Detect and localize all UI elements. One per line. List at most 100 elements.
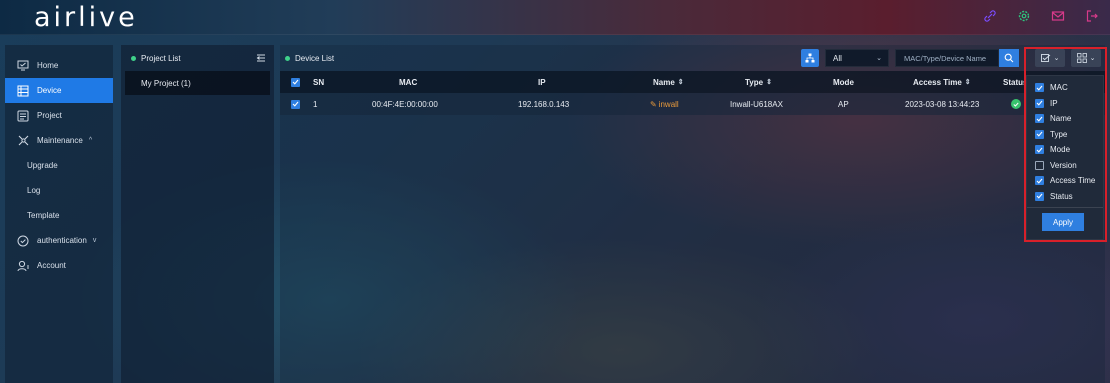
search-input[interactable]	[895, 49, 999, 67]
device-list-icon	[16, 84, 30, 98]
checkbox-checked-icon	[1035, 83, 1044, 93]
sidebar-item-log[interactable]: Log	[5, 178, 113, 203]
view-mode-button[interactable]: ⌄	[1071, 49, 1101, 67]
device-name-link[interactable]: inwall	[659, 100, 679, 109]
sidebar-item-upgrade[interactable]: Upgrade	[5, 153, 113, 178]
sidebar: Home Device Project Maintenance ^ Upgrad…	[5, 45, 113, 383]
column-header-label: Type	[745, 77, 764, 87]
monitor-icon	[16, 59, 30, 73]
top-bar: airlive	[0, 0, 1110, 35]
apply-button[interactable]: Apply	[1042, 213, 1084, 231]
sidebar-item-label: Home	[37, 61, 59, 70]
column-header-name[interactable]: Name ⇕	[653, 71, 684, 93]
sidebar-item-home[interactable]: Home	[5, 53, 113, 78]
sidebar-item-project[interactable]: Project	[5, 103, 113, 128]
sidebar-item-label: Template	[27, 211, 60, 220]
link-icon[interactable]	[982, 8, 998, 24]
group-filter-value: All	[833, 53, 842, 63]
sidebar-item-template[interactable]: Template	[5, 203, 113, 228]
project-item[interactable]: My Project (1)	[125, 71, 270, 95]
column-header-access-time[interactable]: Access Time ⇕	[913, 71, 971, 93]
column-header-label: Access Time	[913, 77, 962, 87]
status-dot-icon	[285, 55, 290, 61]
project-list-panel: Project List My Project (1)	[121, 45, 274, 383]
chevron-down-icon: ⌄	[876, 55, 882, 62]
cell-access-time: 2023-03-08 13:44:23	[905, 99, 980, 109]
edit-name-icon: ✎	[650, 99, 657, 109]
device-list-panel: Device List All ⌄ ⌄ ⌄	[280, 45, 1105, 383]
column-option-label: Version	[1050, 160, 1077, 170]
account-icon	[16, 259, 30, 273]
project-list-header: Project List	[121, 45, 274, 71]
sidebar-item-label: Account	[37, 261, 66, 270]
cell-type: Inwall-U618AX	[730, 99, 783, 109]
project-list-title: Project List	[141, 53, 181, 63]
row-checkbox[interactable]	[291, 93, 300, 115]
sidebar-item-label: Maintenance	[37, 136, 83, 145]
column-option-name[interactable]: Name	[1027, 111, 1103, 127]
column-option-label: Type	[1050, 129, 1068, 139]
column-option-label: MAC	[1050, 83, 1068, 93]
column-option-label: Status	[1050, 191, 1073, 201]
column-option-status[interactable]: Status	[1027, 189, 1103, 205]
column-option-label: Name	[1050, 114, 1072, 124]
checkbox-checked-icon	[1035, 98, 1044, 108]
column-header-type[interactable]: Type ⇕	[745, 71, 772, 93]
column-option-version[interactable]: Version	[1027, 158, 1103, 174]
maintenance-icon	[16, 134, 30, 148]
chevron-down-icon: v	[92, 237, 97, 244]
column-option-type[interactable]: Type	[1027, 127, 1103, 143]
checkbox-unchecked-icon	[1035, 160, 1044, 170]
column-option-ip[interactable]: IP	[1027, 96, 1103, 112]
column-option-label: Mode	[1050, 145, 1071, 155]
shield-check-icon	[16, 234, 30, 248]
topology-button[interactable]	[801, 49, 819, 67]
checkbox-checked-icon	[291, 99, 300, 109]
sidebar-item-label: Device	[37, 86, 62, 95]
brand-logo: airlive	[34, 2, 138, 33]
sort-icon: ⇕	[964, 79, 971, 86]
cell-status	[1011, 93, 1021, 115]
cell-name[interactable]: ✎ inwall	[650, 93, 679, 115]
sidebar-item-maintenance[interactable]: Maintenance ^	[5, 128, 113, 153]
column-settings-button[interactable]: ⌄	[1035, 49, 1065, 67]
checkbox-checked-icon	[1035, 129, 1044, 139]
status-dot-icon	[131, 55, 136, 61]
table-row[interactable]: 1 00:4F:4E:00:00:00 192.168.0.143 ✎ inwal…	[280, 93, 1105, 115]
mail-icon[interactable]	[1050, 8, 1066, 24]
select-all-checkbox[interactable]	[291, 71, 300, 93]
column-header-status: Status	[1003, 77, 1028, 87]
sidebar-item-device[interactable]: Device	[5, 78, 113, 103]
sidebar-item-label: Upgrade	[27, 161, 58, 170]
column-option-access-time[interactable]: Access Time	[1027, 173, 1103, 189]
column-option-label: Access Time	[1050, 176, 1096, 186]
search-button[interactable]	[999, 49, 1019, 67]
checkbox-checked-icon	[1035, 191, 1044, 201]
collapse-panel-icon[interactable]	[256, 54, 266, 64]
search-icon	[1004, 53, 1014, 63]
sort-icon: ⇕	[766, 79, 772, 86]
sidebar-item-label: authentication	[37, 236, 87, 245]
column-header-mac: MAC	[399, 77, 418, 87]
cell-sn: 1	[313, 99, 318, 109]
project-icon	[16, 109, 30, 123]
status-online-icon	[1011, 99, 1021, 109]
cell-mode: AP	[838, 99, 849, 109]
logout-icon[interactable]	[1084, 8, 1100, 24]
sidebar-item-account[interactable]: Account	[5, 253, 113, 278]
settings-icon[interactable]	[1016, 8, 1032, 24]
chevron-down-icon: ⌄	[1053, 55, 1060, 62]
column-option-mode[interactable]: Mode	[1027, 142, 1103, 158]
sidebar-item-label: Project	[37, 111, 62, 120]
column-selector-dropdown: MAC IP Name Type Mode Version Access Tim…	[1026, 75, 1104, 240]
grid-view-icon	[1076, 53, 1087, 63]
column-header-sn: SN	[313, 77, 325, 87]
device-list-title: Device List	[295, 53, 335, 63]
group-filter-select[interactable]: All ⌄	[825, 49, 889, 67]
cell-ip: 192.168.0.143	[518, 99, 570, 109]
chevron-up-icon: ^	[88, 137, 93, 144]
sidebar-item-authentication[interactable]: authentication v	[5, 228, 113, 253]
column-option-mac[interactable]: MAC	[1027, 80, 1103, 96]
topology-icon	[805, 53, 815, 63]
column-header-mode: Mode	[833, 77, 854, 87]
